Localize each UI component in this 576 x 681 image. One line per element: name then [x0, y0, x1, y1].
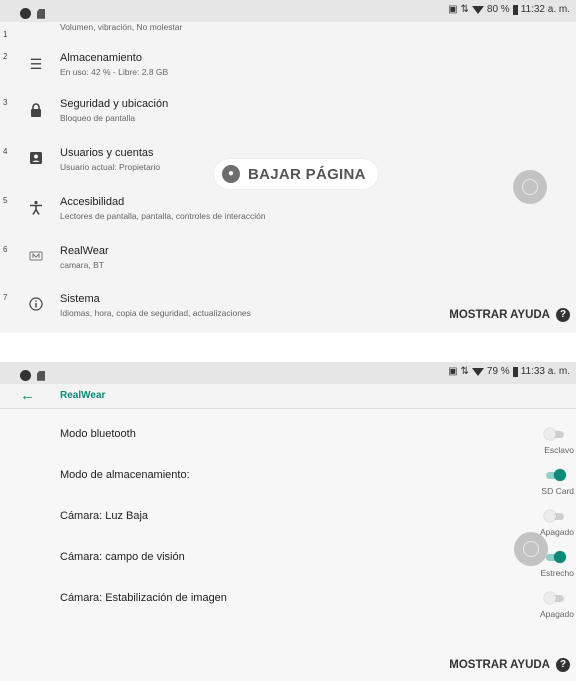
pref-title: Modo bluetooth [60, 428, 136, 440]
status-right: ▣ ⇅ 79 % 11:33 a. m. [448, 366, 570, 377]
show-help-label: MOSTRAR AYUDA [449, 309, 550, 321]
settings-item-security[interactable]: 3 Seguridad y ubicación Bloqueo de panta… [0, 98, 576, 144]
pref-state: Apagado [539, 527, 574, 537]
item-number: 7 [3, 293, 8, 302]
settings-item-storage[interactable]: 2 ☰ Almacenamiento En uso: 42 % - Libre:… [0, 52, 576, 98]
pref-state: SD Card [541, 486, 574, 496]
help-icon: ? [556, 308, 570, 322]
storage-mode-toggle[interactable] [544, 469, 566, 481]
pref-camera-field-of-view[interactable]: Cámara: campo de visión Estrecho [0, 551, 576, 591]
realwear-icon [28, 249, 44, 265]
voice-command-label: BAJAR PÁGINA [248, 165, 366, 183]
item-title: Accesibilidad [60, 196, 125, 208]
item-subtitle: Idiomas, hora, copia de seguridad, actua… [60, 308, 251, 318]
item-number: 3 [3, 98, 8, 107]
realwear-settings-panel: ▣ ⇅ 79 % 11:33 a. m. ← RealWear Modo blu… [0, 362, 576, 681]
pref-camera-stabilization[interactable]: Cámara: Estabilización de imagen Apagado [0, 592, 576, 632]
account-icon [28, 151, 44, 167]
camera-icon [20, 370, 31, 382]
pref-title: Cámara: Luz Baja [60, 510, 149, 522]
head-tracker-joystick[interactable] [514, 532, 548, 566]
item-number: 2 [3, 52, 8, 61]
screencast-icon: ▣ [448, 3, 458, 15]
lock-icon [28, 102, 44, 118]
pref-title: Modo de almacenamiento: [60, 469, 190, 481]
show-help-label: MOSTRAR AYUDA [449, 659, 550, 671]
item-number: 5 [3, 196, 8, 205]
camera-low-light-toggle[interactable] [544, 510, 564, 522]
storage-icon: ☰ [29, 56, 43, 72]
item-title: RealWear [60, 245, 109, 257]
help-icon: ? [556, 658, 570, 672]
pref-state: Apagado [539, 609, 574, 619]
sd-card-icon [37, 8, 45, 19]
pref-title: Cámara: campo de visión [60, 551, 185, 563]
pref-storage-mode[interactable]: Modo de almacenamiento: SD Card [0, 469, 576, 509]
sd-card-icon [37, 370, 45, 381]
item-number: 6 [3, 245, 8, 254]
settings-panel: ▣ ⇅ 80 % 11:32 a. m. 1 Volumen, vibració… [0, 0, 576, 333]
item-subtitle: Bloqueo de pantalla [60, 113, 136, 123]
settings-item-accessibility[interactable]: 5 Accesibilidad Lectores de pantalla, pa… [0, 196, 576, 242]
app-toolbar: ← RealWear [0, 384, 576, 409]
accessibility-icon [28, 200, 44, 216]
status-left-icons [20, 367, 45, 385]
screencast-icon: ▣ [448, 365, 458, 377]
status-bar: ▣ ⇅ 79 % 11:33 a. m. [0, 362, 576, 384]
item-subtitle: Volumen, vibración, No molestar [60, 22, 183, 32]
item-subtitle: En uso: 42 % - Libre: 2.8 GB [60, 67, 169, 77]
back-arrow-icon[interactable]: ← [20, 387, 35, 404]
camera-icon [20, 8, 31, 20]
status-right: ▣ ⇅ 80 % 11:32 a. m. [448, 4, 570, 15]
battery-percent: 79 % [486, 366, 510, 377]
voice-command-toast: ● BAJAR PÁGINA [214, 159, 378, 189]
item-title: Seguridad y ubicación [60, 98, 169, 110]
pref-state: Estrecho [540, 568, 574, 578]
pref-camera-low-light[interactable]: Cámara: Luz Baja Apagado [0, 510, 576, 550]
item-title: Usuarios y cuentas [60, 147, 154, 159]
show-help-button[interactable]: MOSTRAR AYUDA ? [449, 658, 570, 672]
toolbar-title: RealWear [60, 390, 106, 401]
bluetooth-mode-toggle[interactable] [544, 428, 564, 440]
item-subtitle: Usuario actual: Propietario [60, 162, 161, 172]
item-title: Sistema [60, 293, 100, 305]
data-arrows-icon: ⇅ [460, 365, 469, 377]
clock: 11:32 a. m. [520, 4, 570, 15]
item-subtitle: Lectores de pantalla, pantalla, controle… [60, 211, 266, 221]
status-bar: ▣ ⇅ 80 % 11:32 a. m. [0, 0, 576, 22]
head-tracker-joystick[interactable] [513, 170, 547, 204]
settings-item-sound[interactable]: 1 Volumen, vibración, No molestar [0, 22, 576, 42]
battery-icon [512, 366, 518, 377]
settings-item-realwear[interactable]: 6 RealWear camara, BT [0, 245, 576, 291]
pref-state: Esclavo [544, 445, 574, 455]
show-help-button[interactable]: MOSTRAR AYUDA ? [449, 308, 570, 322]
item-title: Almacenamiento [60, 52, 142, 64]
camera-stabilization-toggle[interactable] [544, 592, 564, 604]
microphone-icon: ● [222, 165, 240, 183]
item-subtitle: camara, BT [60, 260, 104, 270]
wifi-icon [471, 5, 484, 14]
battery-icon [512, 4, 518, 15]
status-left-icons [20, 5, 45, 23]
item-number: 1 [3, 30, 8, 39]
battery-percent: 80 % [486, 4, 510, 15]
pref-title: Cámara: Estabilización de imagen [60, 592, 227, 604]
pref-bluetooth-mode[interactable]: Modo bluetooth Esclavo [0, 428, 576, 468]
data-arrows-icon: ⇅ [460, 3, 469, 15]
wifi-icon [471, 367, 484, 376]
info-icon [28, 297, 44, 313]
item-number: 4 [3, 147, 8, 156]
clock: 11:33 a. m. [520, 366, 570, 377]
